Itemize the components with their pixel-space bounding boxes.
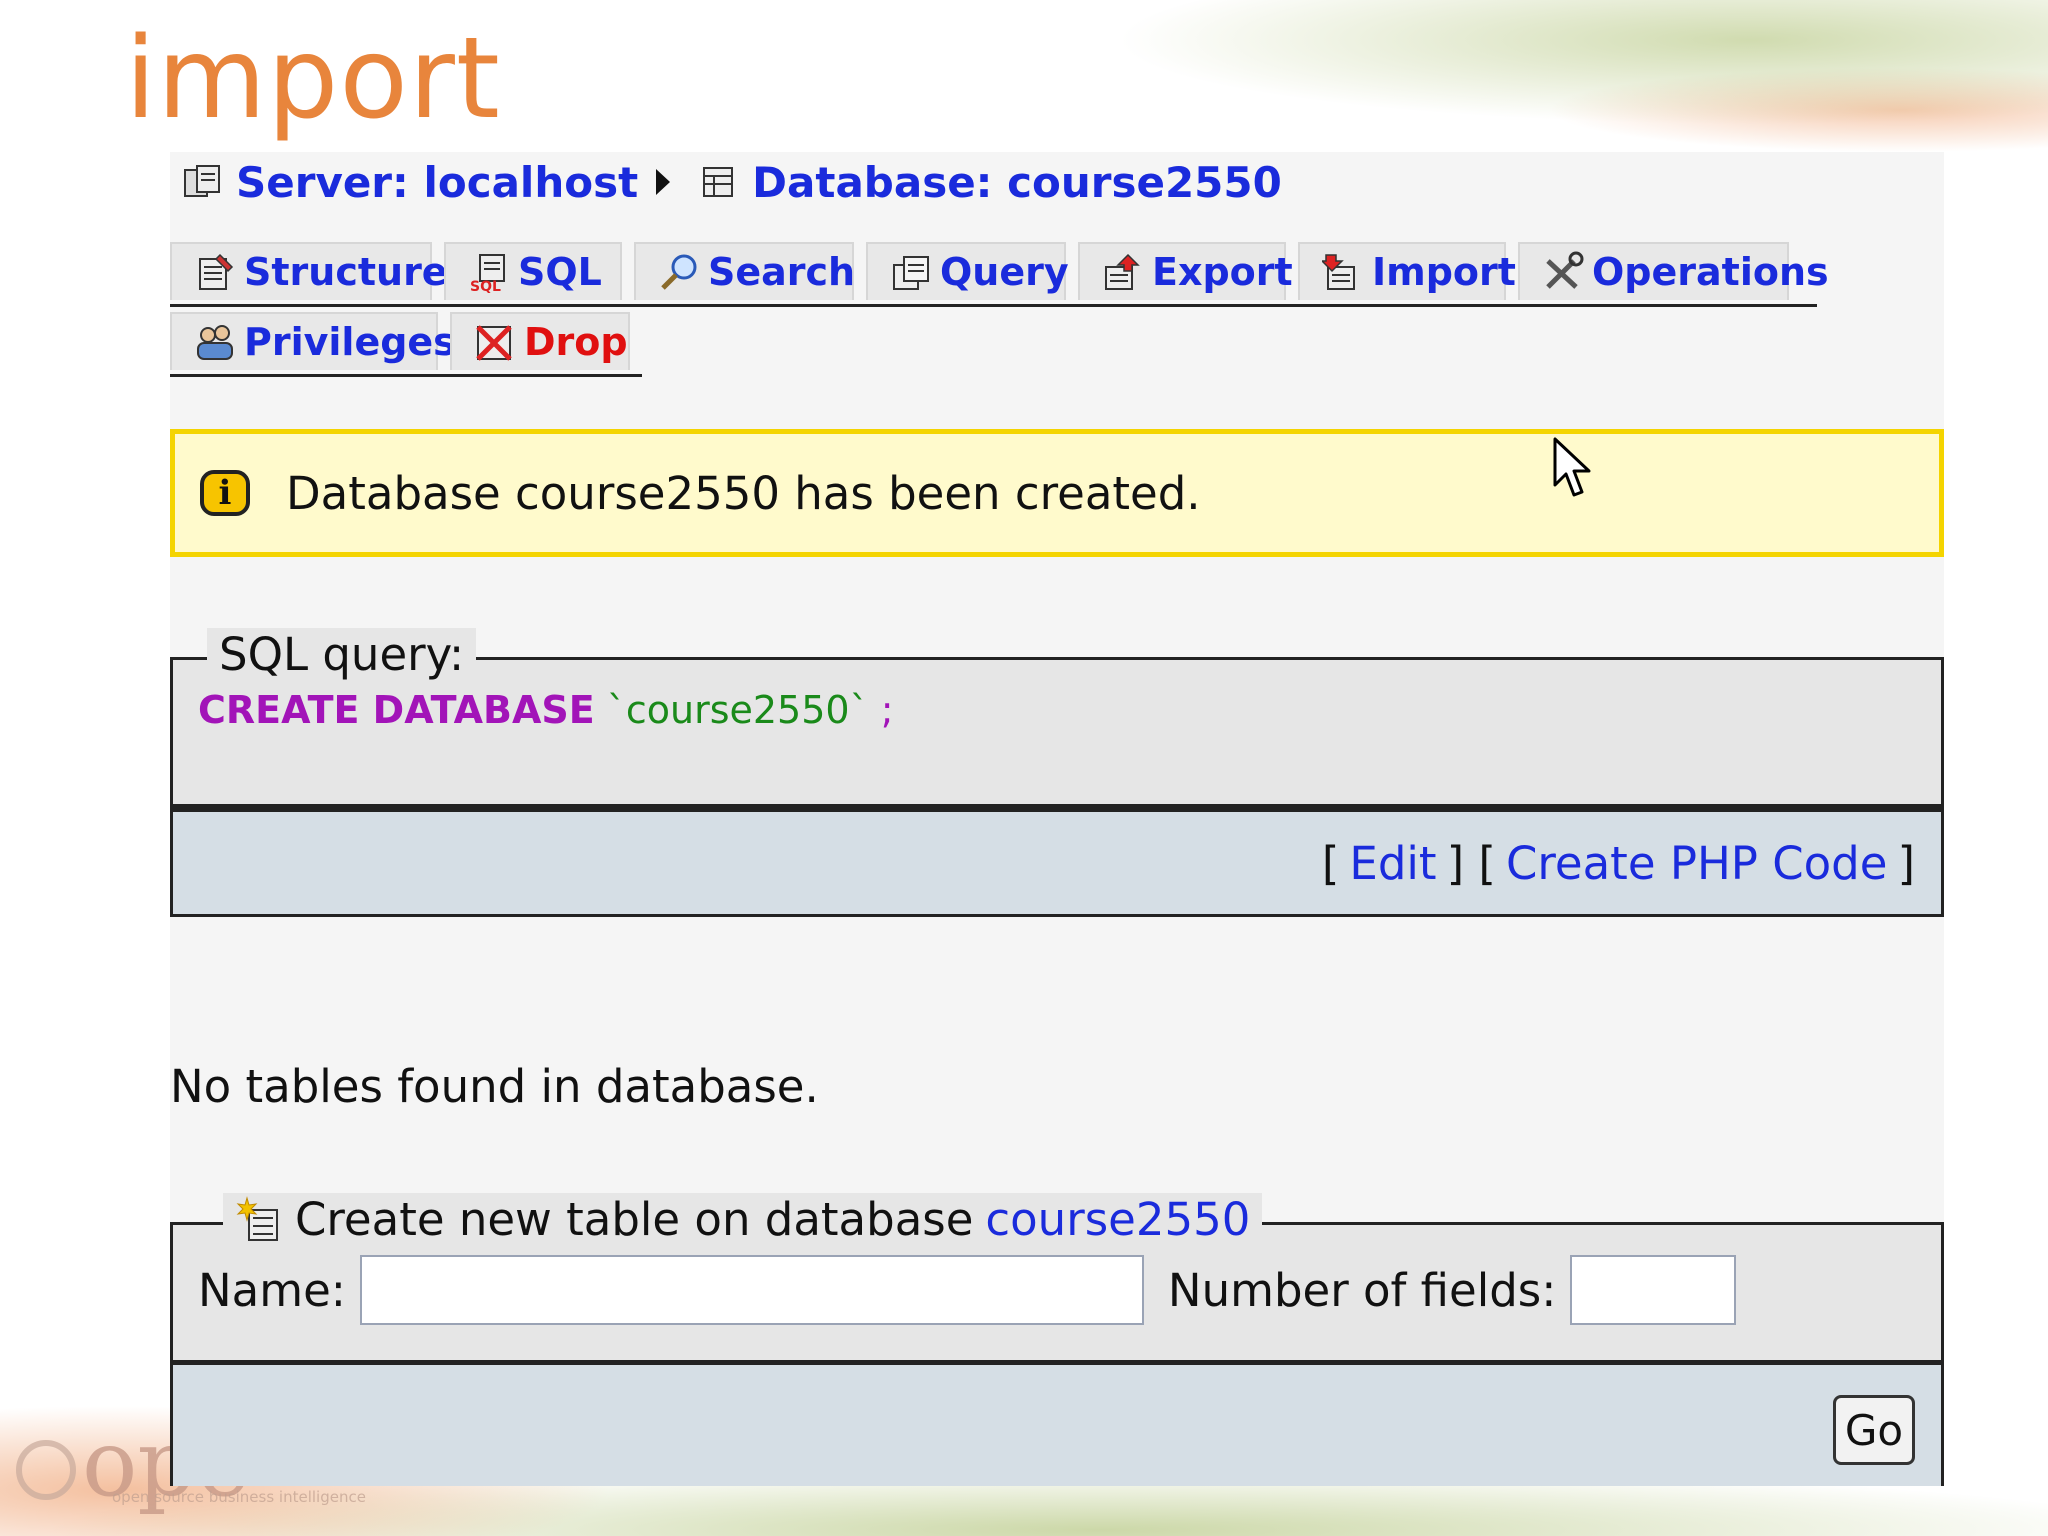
- no-tables-message: No tables found in database.: [170, 1060, 819, 1113]
- tab-query[interactable]: Query: [866, 242, 1069, 300]
- sql-identifier: `course2550`: [606, 688, 869, 732]
- edit-link[interactable]: Edit: [1349, 837, 1436, 890]
- sql-icon: SQL: [468, 251, 510, 295]
- breadcrumb: Server: localhost Database: course2550: [182, 152, 1282, 212]
- create-table-form: Name: Number of fields:: [198, 1255, 1760, 1325]
- tab-import[interactable]: Import: [1298, 242, 1516, 300]
- notice-text: Database course2550 has been created.: [286, 466, 1201, 520]
- import-icon: [1320, 251, 1364, 293]
- server-link[interactable]: Server: localhost: [236, 158, 638, 207]
- drop-icon: [474, 321, 516, 363]
- logo-tagline: open source business intelligence: [112, 1488, 366, 1506]
- name-label: Name:: [198, 1263, 346, 1317]
- sql-keyword: CREATE DATABASE: [198, 688, 595, 732]
- info-icon: i: [200, 470, 250, 516]
- sql-actions-bar: [ Edit ] [ Create PHP Code ]: [170, 807, 1944, 917]
- go-button[interactable]: Go: [1833, 1395, 1915, 1465]
- tab-search[interactable]: Search: [634, 242, 855, 300]
- tab-drop[interactable]: Drop: [450, 312, 630, 370]
- database-icon: [698, 162, 738, 202]
- sql-terminator: ;: [880, 688, 894, 732]
- tab-bar-primary: Structure SQL SQL Search Query Export Im…: [170, 242, 1829, 307]
- structure-icon: [194, 251, 236, 293]
- table-name-input[interactable]: [359, 1255, 1144, 1325]
- privileges-icon: [194, 321, 236, 363]
- new-table-icon: [235, 1195, 283, 1244]
- breadcrumb-arrow-icon: [656, 169, 671, 195]
- export-icon: [1102, 251, 1144, 293]
- tab-sql[interactable]: SQL SQL: [444, 242, 622, 300]
- success-notice: i Database course2550 has been created.: [170, 429, 1944, 557]
- database-link[interactable]: Database: course2550: [752, 158, 1282, 207]
- fields-label: Number of fields:: [1167, 1263, 1557, 1317]
- sql-query-legend: SQL query:: [207, 628, 477, 681]
- tab-bar-secondary: Privileges Drop: [170, 312, 642, 377]
- create-php-code-link[interactable]: Create PHP Code: [1506, 837, 1887, 890]
- search-icon: [658, 251, 700, 293]
- create-table-database-link[interactable]: course2550: [985, 1193, 1250, 1246]
- logo-swirl-icon: [16, 1440, 76, 1500]
- operations-icon: [1542, 251, 1584, 293]
- create-table-legend: Create new table on database course2550: [223, 1193, 1263, 1246]
- sql-query-box: SQL query: CREATE DATABASE `course2550` …: [170, 628, 1944, 807]
- create-table-legend-text: Create new table on database: [295, 1193, 974, 1246]
- number-of-fields-input[interactable]: [1570, 1255, 1737, 1325]
- sql-query-code: CREATE DATABASE `course2550` ;: [198, 688, 894, 732]
- svg-text:SQL: SQL: [470, 279, 501, 293]
- server-icon: [182, 162, 222, 202]
- tab-operations[interactable]: Operations: [1518, 242, 1829, 300]
- query-icon: [890, 251, 932, 293]
- tab-export[interactable]: Export: [1078, 242, 1293, 300]
- tab-structure[interactable]: Structure: [170, 242, 448, 300]
- slide-title: import: [125, 14, 501, 144]
- mouse-cursor-icon: [1553, 437, 1591, 497]
- tab-privileges[interactable]: Privileges: [170, 312, 456, 370]
- slide-logo: ope open source business intelligence: [12, 1410, 366, 1530]
- phpmyadmin-panel: Server: localhost Database: course2550 S…: [170, 152, 1944, 1486]
- create-table-submit-bar: Go: [170, 1360, 1944, 1486]
